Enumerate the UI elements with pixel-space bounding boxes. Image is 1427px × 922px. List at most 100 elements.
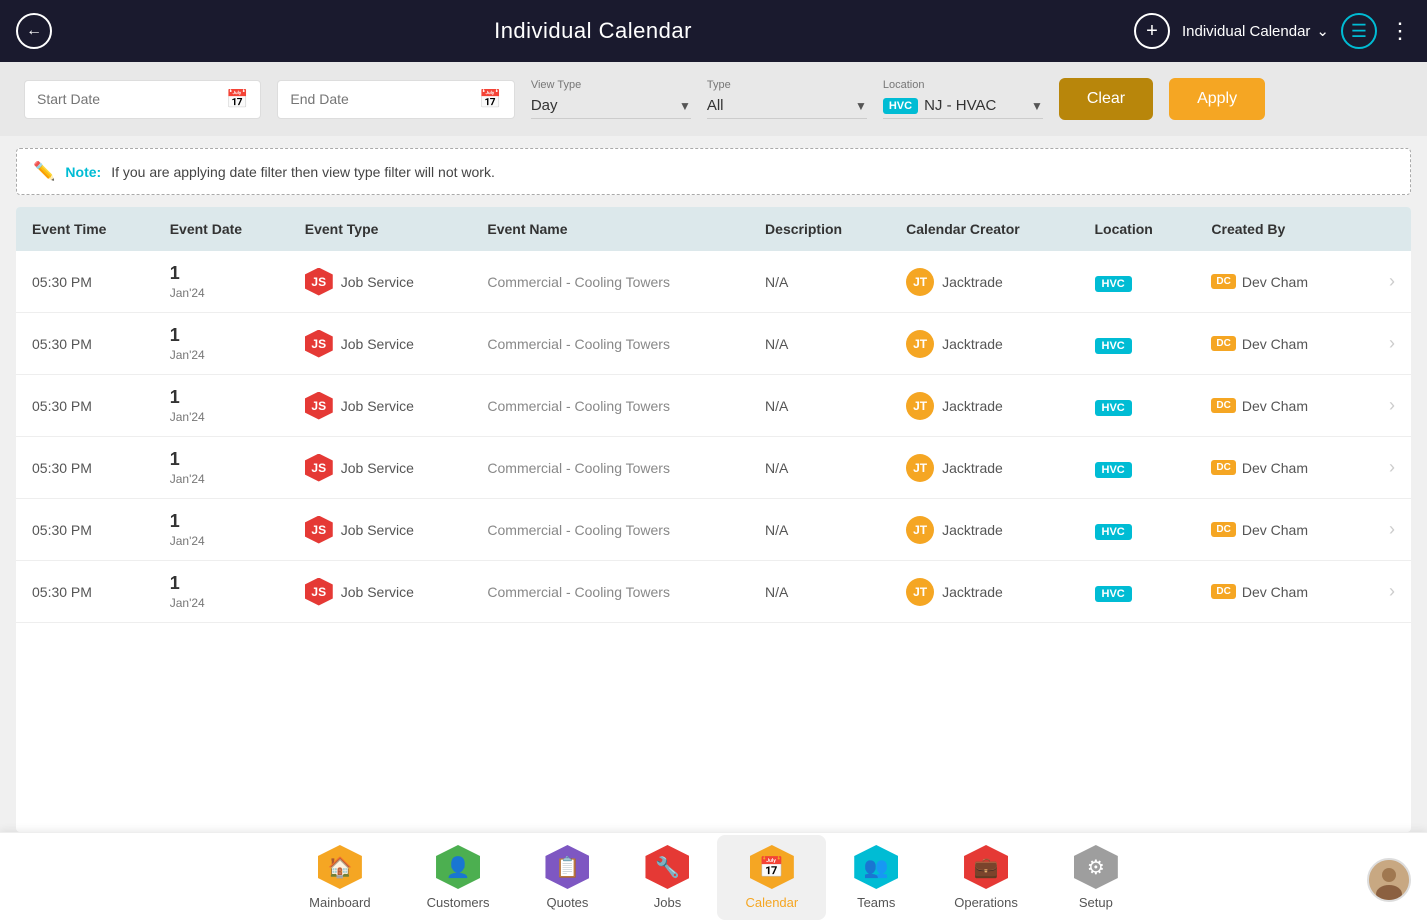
note-bar: ✏️ Note: If you are applying date filter… [16, 148, 1411, 195]
back-button[interactable]: ← [16, 13, 52, 49]
table-row[interactable]: 05:30 PM 1 Jan'24 JS Job Service Commerc… [16, 437, 1411, 499]
created-by-name: Dev Cham [1242, 522, 1308, 538]
end-date-input[interactable] [290, 91, 471, 107]
nav-item-mainboard[interactable]: 🏠 Mainboard [281, 835, 398, 920]
view-type-chevron-icon: ▼ [679, 99, 691, 113]
cell-event-date-4: 1 Jan'24 [154, 499, 289, 561]
nav-item-operations[interactable]: 💼 Operations [926, 835, 1046, 920]
type-chevron-icon: ▼ [855, 99, 867, 113]
start-date-input[interactable] [37, 91, 218, 107]
cell-location-2: HVC [1079, 375, 1196, 437]
table-row[interactable]: 05:30 PM 1 Jan'24 JS Job Service Commerc… [16, 375, 1411, 437]
view-type-select[interactable]: View Type Day ▼ [531, 79, 691, 119]
event-type-hex-icon: JS [305, 268, 333, 296]
page-title: Individual Calendar [52, 18, 1134, 44]
table-row[interactable]: 05:30 PM 1 Jan'24 JS Job Service Commerc… [16, 561, 1411, 623]
row-chevron-icon[interactable]: › [1362, 561, 1411, 623]
created-by-badge: DC [1211, 274, 1235, 289]
table-row[interactable]: 05:30 PM 1 Jan'24 JS Job Service Commerc… [16, 251, 1411, 313]
event-type-hex-icon: JS [305, 392, 333, 420]
cell-description-0: N/A [749, 251, 890, 313]
end-date-calendar-icon[interactable]: 📅 [479, 89, 501, 110]
view-selector[interactable]: Individual Calendar ⌄ [1182, 22, 1329, 40]
cell-event-date-3: 1 Jan'24 [154, 437, 289, 499]
start-date-field[interactable]: 📅 [24, 80, 261, 119]
type-label: Type [707, 79, 867, 91]
cell-location-1: HVC [1079, 313, 1196, 375]
cell-created-by-5: DC Dev Cham [1195, 561, 1361, 623]
cell-event-name-1: Commercial - Cooling Towers [471, 313, 749, 375]
cell-creator-4: JT Jacktrade [890, 499, 1078, 561]
apply-button[interactable]: Apply [1169, 78, 1265, 120]
operations-icon: 💼 [964, 845, 1008, 889]
note-icon: ✏️ [33, 161, 55, 182]
location-select[interactable]: Location HVC NJ - HVAC ▼ [883, 79, 1043, 119]
start-date-calendar-icon[interactable]: 📅 [226, 89, 248, 110]
location-badge: HVC [1095, 524, 1132, 540]
location-badge: HVC [1095, 276, 1132, 292]
nav-item-calendar[interactable]: 📅 Calendar [717, 835, 826, 920]
row-chevron-icon[interactable]: › [1362, 499, 1411, 561]
event-type-label: Job Service [341, 274, 414, 290]
nav-item-teams[interactable]: 👥 Teams [826, 835, 926, 920]
more-options-button[interactable]: ⋮ [1389, 18, 1411, 44]
view-type-control[interactable]: Day ▼ [531, 93, 691, 119]
cell-location-5: HVC [1079, 561, 1196, 623]
created-by-name: Dev Cham [1242, 398, 1308, 414]
main-content: Event Time Event Date Event Type Event N… [16, 207, 1411, 832]
header: ← Individual Calendar + Individual Calen… [0, 0, 1427, 62]
cell-description-3: N/A [749, 437, 890, 499]
col-description: Description [749, 207, 890, 251]
nav-label-calendar: Calendar [745, 895, 798, 910]
user-avatar[interactable] [1367, 858, 1411, 902]
setup-icon: ⚙ [1074, 845, 1118, 889]
menu-button[interactable]: ☰ [1341, 13, 1377, 49]
cell-event-time-0: 05:30 PM [16, 251, 154, 313]
add-button[interactable]: + [1134, 13, 1170, 49]
type-control[interactable]: All ▼ [707, 93, 867, 119]
table-row[interactable]: 05:30 PM 1 Jan'24 JS Job Service Commerc… [16, 499, 1411, 561]
created-by-name: Dev Cham [1242, 336, 1308, 352]
creator-avatar: JT [906, 578, 934, 606]
event-type-label: Job Service [341, 584, 414, 600]
nav-label-teams: Teams [857, 895, 895, 910]
row-chevron-icon[interactable]: › [1362, 375, 1411, 437]
cell-location-0: HVC [1079, 251, 1196, 313]
cell-event-date-5: 1 Jan'24 [154, 561, 289, 623]
type-select[interactable]: Type All ▼ [707, 79, 867, 119]
note-text: If you are applying date filter then vie… [111, 164, 495, 180]
nav-item-jobs[interactable]: 🔧 Jobs [617, 835, 717, 920]
nav-item-setup[interactable]: ⚙ Setup [1046, 835, 1146, 920]
events-table: Event Time Event Date Event Type Event N… [16, 207, 1411, 623]
cell-created-by-0: DC Dev Cham [1195, 251, 1361, 313]
row-chevron-icon[interactable]: › [1362, 313, 1411, 375]
nav-label-mainboard: Mainboard [309, 895, 370, 910]
table-wrapper[interactable]: Event Time Event Date Event Type Event N… [16, 207, 1411, 832]
nav-label-operations: Operations [954, 895, 1018, 910]
row-chevron-icon[interactable]: › [1362, 437, 1411, 499]
table-row[interactable]: 05:30 PM 1 Jan'24 JS Job Service Commerc… [16, 313, 1411, 375]
creator-avatar: JT [906, 330, 934, 358]
note-label: Note: [65, 164, 101, 180]
cell-event-time-1: 05:30 PM [16, 313, 154, 375]
type-value: All [707, 97, 849, 114]
nav-item-customers[interactable]: 👤 Customers [399, 835, 518, 920]
cell-event-date-2: 1 Jan'24 [154, 375, 289, 437]
event-type-label: Job Service [341, 522, 414, 538]
nav-item-quotes[interactable]: 📋 Quotes [517, 835, 617, 920]
end-date-field[interactable]: 📅 [277, 80, 514, 119]
jobs-icon: 🔧 [645, 845, 689, 889]
clear-button[interactable]: Clear [1059, 78, 1153, 120]
cell-event-type-4: JS Job Service [289, 499, 472, 561]
row-chevron-icon[interactable]: › [1362, 251, 1411, 313]
view-type-label: View Type [531, 79, 691, 91]
cell-event-name-3: Commercial - Cooling Towers [471, 437, 749, 499]
col-action [1362, 207, 1411, 251]
created-by-badge: DC [1211, 522, 1235, 537]
event-type-hex-icon: JS [305, 516, 333, 544]
location-control[interactable]: HVC NJ - HVAC ▼ [883, 93, 1043, 119]
cell-event-time-5: 05:30 PM [16, 561, 154, 623]
created-by-badge: DC [1211, 584, 1235, 599]
creator-avatar: JT [906, 268, 934, 296]
cell-event-type-1: JS Job Service [289, 313, 472, 375]
